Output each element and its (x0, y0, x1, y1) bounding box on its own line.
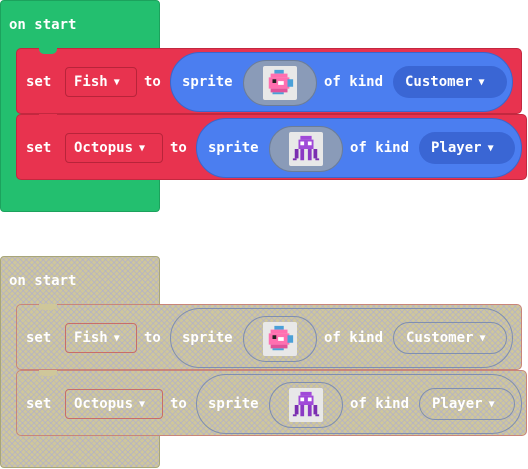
chevron-down-icon: ▼ (479, 332, 486, 344)
kind-dropdown[interactable]: Customer ▼ (393, 66, 507, 98)
set-label: set (26, 74, 52, 90)
variable-name: Octopus (74, 396, 134, 412)
block-notch (39, 370, 57, 376)
variable-dropdown[interactable]: Fish ▼ (65, 323, 137, 353)
on-start-label: on start (9, 273, 77, 289)
chevron-down-icon: ▼ (139, 398, 146, 410)
variable-name: Fish (74, 330, 108, 346)
sprite-image-picker[interactable] (243, 60, 317, 106)
sprite-label: sprite (182, 330, 233, 346)
set-variable-block[interactable]: set Octopus ▼ to sprite of kind Player ▼ (16, 114, 527, 180)
kind-name: Customer (406, 330, 474, 346)
to-label: to (170, 140, 187, 156)
sprite-create-block[interactable]: sprite of kind Customer ▼ (170, 308, 513, 368)
kind-dropdown[interactable]: Customer ▼ (393, 322, 507, 354)
block-notch (39, 304, 57, 310)
chevron-down-icon: ▼ (139, 142, 146, 154)
sprite-image-picker[interactable] (269, 126, 343, 172)
of-kind-label: of kind (350, 140, 410, 156)
set-variable-block[interactable]: set Fish ▼ to sprite of kind Customer ▼ (16, 48, 522, 114)
on-start-label: on start (9, 17, 77, 33)
chevron-down-icon: ▼ (478, 76, 485, 88)
chevron-down-icon: ▼ (488, 398, 495, 410)
set-variable-block-disabled[interactable]: set Fish ▼ to sprite of kind Customer ▼ (16, 304, 522, 370)
variable-name: Fish (74, 74, 108, 90)
sprite-create-block[interactable]: sprite of kind Customer ▼ (170, 52, 513, 112)
variable-dropdown[interactable]: Octopus ▼ (65, 133, 163, 163)
sprite-label: sprite (208, 140, 259, 156)
kind-dropdown[interactable]: Player ▼ (419, 388, 515, 420)
to-label: to (170, 396, 187, 412)
chevron-down-icon: ▼ (487, 142, 494, 154)
to-label: to (144, 74, 161, 90)
sprite-image-picker[interactable] (269, 382, 343, 428)
to-label: to (144, 330, 161, 346)
sprite-label: sprite (208, 396, 259, 412)
purple-octopus-sprite-icon (289, 388, 323, 422)
pink-fish-sprite-icon (263, 66, 297, 100)
sprite-label: sprite (182, 74, 233, 90)
set-label: set (26, 396, 52, 412)
kind-dropdown[interactable]: Player ▼ (419, 132, 515, 164)
block-notch (39, 48, 57, 54)
set-label: set (26, 330, 52, 346)
kind-name: Player (432, 396, 483, 412)
sprite-image-picker[interactable] (243, 316, 317, 362)
chevron-down-icon: ▼ (113, 332, 120, 344)
variable-name: Octopus (74, 140, 134, 156)
sprite-create-block[interactable]: sprite of kind Player ▼ (196, 374, 522, 434)
set-variable-block-disabled[interactable]: set Octopus ▼ to sprite of kind Player ▼ (16, 370, 527, 436)
set-label: set (26, 140, 52, 156)
of-kind-label: of kind (350, 396, 410, 412)
block-workspace: on start set Fish ▼ to sprite of kind Cu… (0, 0, 528, 469)
kind-name: Player (431, 140, 482, 156)
variable-dropdown[interactable]: Octopus ▼ (65, 389, 163, 419)
block-notch (39, 114, 57, 120)
sprite-create-block[interactable]: sprite of kind Player ▼ (196, 118, 522, 178)
chevron-down-icon: ▼ (113, 76, 120, 88)
kind-name: Customer (405, 74, 473, 90)
pink-fish-sprite-icon (263, 322, 297, 356)
purple-octopus-sprite-icon (289, 132, 323, 166)
variable-dropdown[interactable]: Fish ▼ (65, 67, 137, 97)
of-kind-label: of kind (324, 330, 384, 346)
of-kind-label: of kind (324, 74, 384, 90)
